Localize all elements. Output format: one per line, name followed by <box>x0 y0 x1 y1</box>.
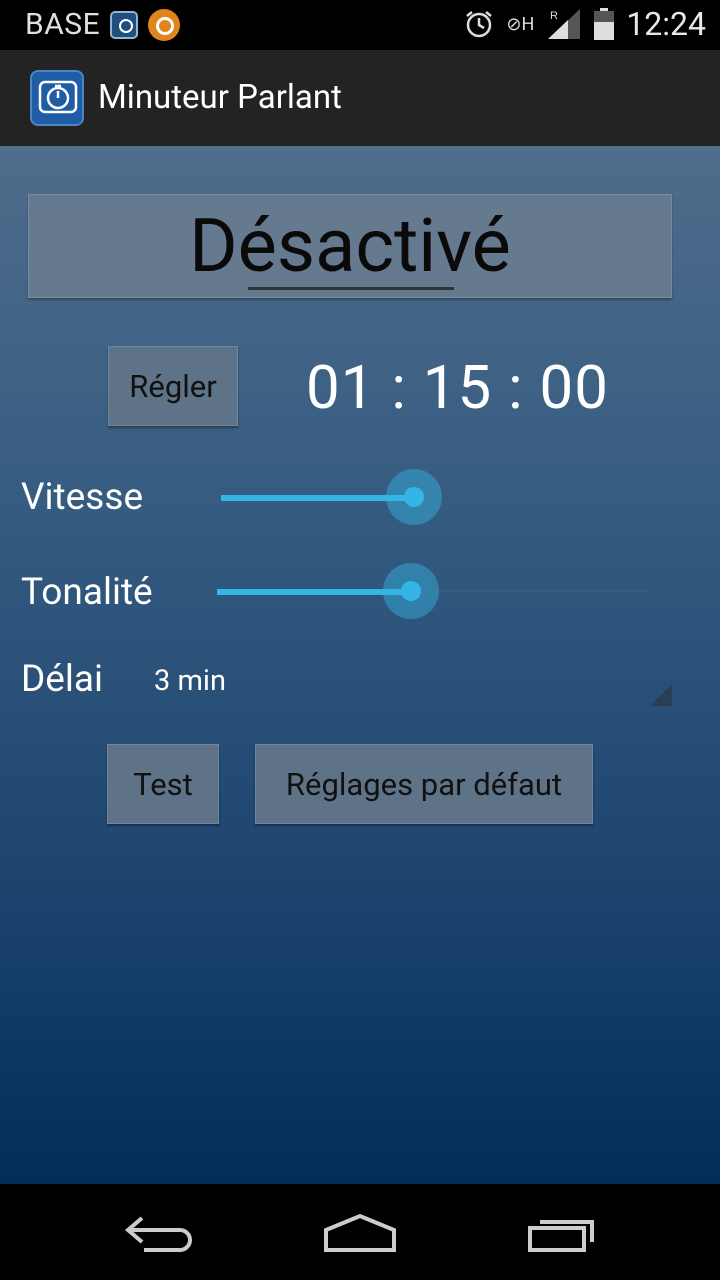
battery-icon <box>594 8 615 40</box>
navigation-bar <box>0 1184 720 1280</box>
timer-display: 01 : 15 : 00 <box>306 352 609 423</box>
clock-time: 12:24 <box>626 5 706 43</box>
signal-icon: R <box>548 9 581 39</box>
pitch-slider[interactable] <box>217 561 649 621</box>
pitch-label: Tonalité <box>21 571 153 614</box>
stopwatch-icon[interactable] <box>30 70 84 126</box>
svg-text:R: R <box>550 10 558 22</box>
app-notification-icon <box>148 8 181 41</box>
action-bar: Minuteur Parlant <box>0 50 720 148</box>
status-bar: BASE ⊘H R 12:24 <box>0 0 720 50</box>
back-icon[interactable] <box>124 1214 196 1254</box>
speed-label: Vitesse <box>21 476 144 519</box>
delay-selected-value: 3 min <box>154 664 226 698</box>
speed-slider-thumb[interactable] <box>404 487 424 507</box>
status-left: BASE <box>25 7 181 42</box>
alarm-icon <box>466 11 493 38</box>
speed-slider[interactable] <box>221 467 649 527</box>
recents-icon[interactable] <box>526 1214 598 1254</box>
default-settings-button[interactable]: Réglages par défaut <box>255 744 593 824</box>
set-timer-button[interactable]: Régler <box>108 346 238 426</box>
delay-dropdown[interactable]: 3 min <box>142 652 672 710</box>
pitch-slider-thumb[interactable] <box>401 581 421 601</box>
activation-toggle-button[interactable]: Désactivé <box>28 194 672 298</box>
activation-state-label: Désactivé <box>189 203 511 290</box>
dropdown-arrow-icon <box>650 684 672 706</box>
test-button[interactable]: Test <box>107 744 219 824</box>
pitch-slider-fill <box>217 589 411 595</box>
state-underline <box>248 287 454 290</box>
app-title: Minuteur Parlant <box>98 78 342 117</box>
status-right: ⊘H R 12:24 <box>464 5 706 43</box>
carrier-name: BASE <box>25 7 101 42</box>
no-sim-icon: ⊘H <box>506 13 535 35</box>
timer-notification-icon <box>110 10 139 39</box>
main-content: Désactivé Régler 01 : 15 : 00 Vitesse To… <box>0 146 720 1184</box>
home-icon[interactable] <box>322 1212 398 1254</box>
delay-label: Délai <box>21 658 104 701</box>
